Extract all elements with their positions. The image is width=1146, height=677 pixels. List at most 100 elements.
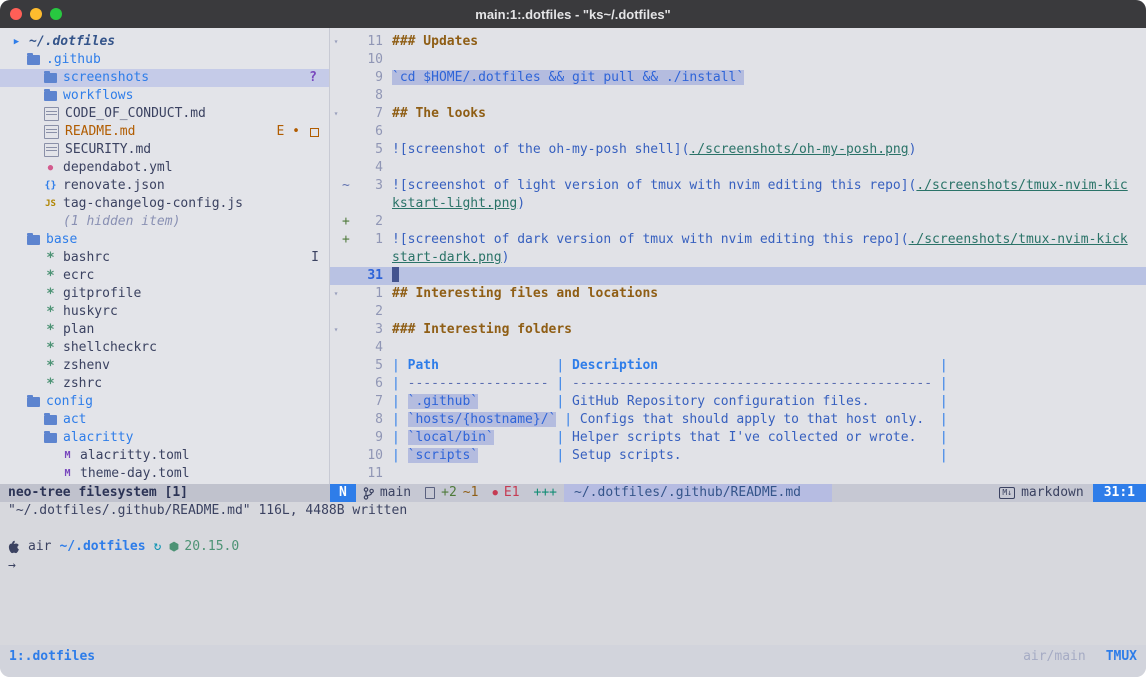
editor-line[interactable]: +2: [330, 213, 1146, 231]
minimize-button[interactable]: [30, 8, 42, 20]
doc-icon: [44, 107, 59, 121]
tree-item-label: config: [46, 393, 93, 411]
sign-column: [342, 465, 353, 483]
tree-item-config[interactable]: config: [0, 393, 329, 411]
fold-column: [330, 51, 342, 69]
editor-buffer[interactable]: ▾11### Updates109`cd $HOME/.dotfiles && …: [330, 28, 1146, 484]
text-segment: ## Interesting files and locations: [392, 286, 658, 301]
tree-item-gitprofile[interactable]: *gitprofile: [0, 285, 329, 303]
tree-item-label: ecrc: [63, 267, 94, 285]
editor-line[interactable]: ~3![screenshot of light version of tmux …: [330, 177, 1146, 195]
tree-item-base[interactable]: base: [0, 231, 329, 249]
tmux-window-name[interactable]: 1:.dotfiles: [9, 647, 95, 666]
tree-item-renovate-json[interactable]: {}renovate.json: [0, 177, 329, 195]
sign-column: [342, 393, 353, 411]
tree-item-theme-day-toml[interactable]: Mtheme-day.toml: [0, 465, 329, 483]
line-number: 4: [353, 339, 383, 357]
text-segment: |: [940, 358, 948, 373]
tree-item-dotfiles[interactable]: ▶~/.dotfiles: [0, 33, 329, 51]
editor-line[interactable]: 11: [330, 465, 1146, 483]
tree-item-huskyrc[interactable]: *huskyrc: [0, 303, 329, 321]
cursor-position: 31:1: [1093, 484, 1146, 502]
editor-line[interactable]: 4: [330, 159, 1146, 177]
editor-line[interactable]: start-dark.png): [330, 249, 1146, 267]
line-text: | Path | Description |: [392, 357, 1146, 375]
tree-item-github[interactable]: .github: [0, 51, 329, 69]
line-number: 7: [353, 105, 383, 123]
editor-line[interactable]: 9| `local/bin` | Helper scripts that I'v…: [330, 429, 1146, 447]
text-segment: |: [392, 448, 408, 463]
file-tree-panel: ▶~/.dotfiles.githubscreenshots?workflows…: [0, 28, 330, 484]
close-button[interactable]: [10, 8, 22, 20]
fold-column: [330, 429, 342, 447]
dot-icon: ●: [44, 159, 57, 177]
editor-line[interactable]: 9`cd $HOME/.dotfiles && git pull && ./in…: [330, 69, 1146, 87]
line-number: 10: [353, 51, 383, 69]
tree-item-screenshots[interactable]: screenshots?: [0, 69, 329, 87]
line-number: [353, 195, 383, 213]
apple-icon: [8, 540, 20, 554]
editor-line[interactable]: ▾3### Interesting folders: [330, 321, 1146, 339]
fold-column: [330, 231, 342, 249]
tree-item-tag-changelog-config-js[interactable]: JStag-changelog-config.js: [0, 195, 329, 213]
git-sign: +: [342, 231, 353, 249]
editor-line[interactable]: 31: [330, 267, 1146, 285]
editor-line[interactable]: 5![screenshot of the oh-my-posh shell](.…: [330, 141, 1146, 159]
star-icon: *: [44, 267, 57, 285]
text-segment: |: [392, 430, 408, 445]
tree-item-zshrc[interactable]: *zshrc: [0, 375, 329, 393]
tree-item-alacritty-toml[interactable]: Malacritty.toml: [0, 447, 329, 465]
editor-line[interactable]: 5| Path | Description |: [330, 357, 1146, 375]
shell-pane[interactable]: air ~/.dotfiles ↻ 20.15.0 →: [0, 520, 1146, 645]
line-number: 7: [353, 393, 383, 411]
editor-line[interactable]: 10| `scripts` | Setup scripts. |: [330, 447, 1146, 465]
editor-line[interactable]: 6: [330, 123, 1146, 141]
tree-item-security-md[interactable]: SECURITY.md: [0, 141, 329, 159]
line-number: 9: [353, 429, 383, 447]
text-segment: [478, 394, 556, 409]
tree-item-bashrc[interactable]: *bashrcI: [0, 249, 329, 267]
tree-item-alacritty[interactable]: alacritty: [0, 429, 329, 447]
line-number: 8: [353, 411, 383, 429]
editor-line[interactable]: 2: [330, 303, 1146, 321]
js-icon: JS: [44, 195, 57, 213]
editor-line[interactable]: 8: [330, 87, 1146, 105]
tree-item-ecrc[interactable]: * ecrc: [0, 267, 329, 285]
tree-item-label: dependabot.yml: [63, 159, 173, 177]
tree-item-plan[interactable]: *plan: [0, 321, 329, 339]
markdown-link: kstart-light.png: [392, 196, 517, 211]
zoom-button[interactable]: [50, 8, 62, 20]
editor-line[interactable]: 7| `.github` | GitHub Repository configu…: [330, 393, 1146, 411]
tree-item-code-of-conduct-md[interactable]: CODE_OF_CONDUCT.md: [0, 105, 329, 123]
editor-line[interactable]: ▾11### Updates: [330, 33, 1146, 51]
editor-line[interactable]: kstart-light.png): [330, 195, 1146, 213]
tree-item-dependabot-yml[interactable]: ● dependabot.yml: [0, 159, 329, 177]
tree-item-workflows[interactable]: workflows: [0, 87, 329, 105]
text-segment: Helper scripts that I've collected or wr…: [572, 430, 916, 445]
editor-line[interactable]: 4: [330, 339, 1146, 357]
filetype-label: markdown: [1021, 484, 1084, 502]
fold-column: [330, 375, 342, 393]
line-number: 3: [353, 321, 383, 339]
line-number: 11: [353, 33, 383, 51]
text-segment: |: [392, 358, 408, 373]
text-segment: [682, 448, 940, 463]
tree-item-act[interactable]: act: [0, 411, 329, 429]
tree-item-1-hidden-item[interactable]: (1 hidden item): [0, 213, 329, 231]
editor-line[interactable]: 10: [330, 51, 1146, 69]
line-number: [353, 249, 383, 267]
sign-column: [342, 285, 353, 303]
editor-line[interactable]: ▾1## Interesting files and locations: [330, 285, 1146, 303]
tree-item-shellcheckrc[interactable]: *shellcheckrc: [0, 339, 329, 357]
tmux-session-name: air/main: [1023, 647, 1086, 666]
tree-item-zshenv[interactable]: *zshenv: [0, 357, 329, 375]
line-number: 2: [353, 303, 383, 321]
doc-icon: [44, 143, 59, 157]
editor-line[interactable]: +1![screenshot of dark version of tmux w…: [330, 231, 1146, 249]
tree-item-readme-md[interactable]: README.mdE •: [0, 123, 329, 141]
tree-item-label: CODE_OF_CONDUCT.md: [65, 105, 206, 123]
editor-line[interactable]: ▾7## The looks: [330, 105, 1146, 123]
editor-line[interactable]: 8| `hosts/{hostname}/` | Configs that sh…: [330, 411, 1146, 429]
editor-line[interactable]: 6| ------------------ | ----------------…: [330, 375, 1146, 393]
line-number: 1: [353, 285, 383, 303]
